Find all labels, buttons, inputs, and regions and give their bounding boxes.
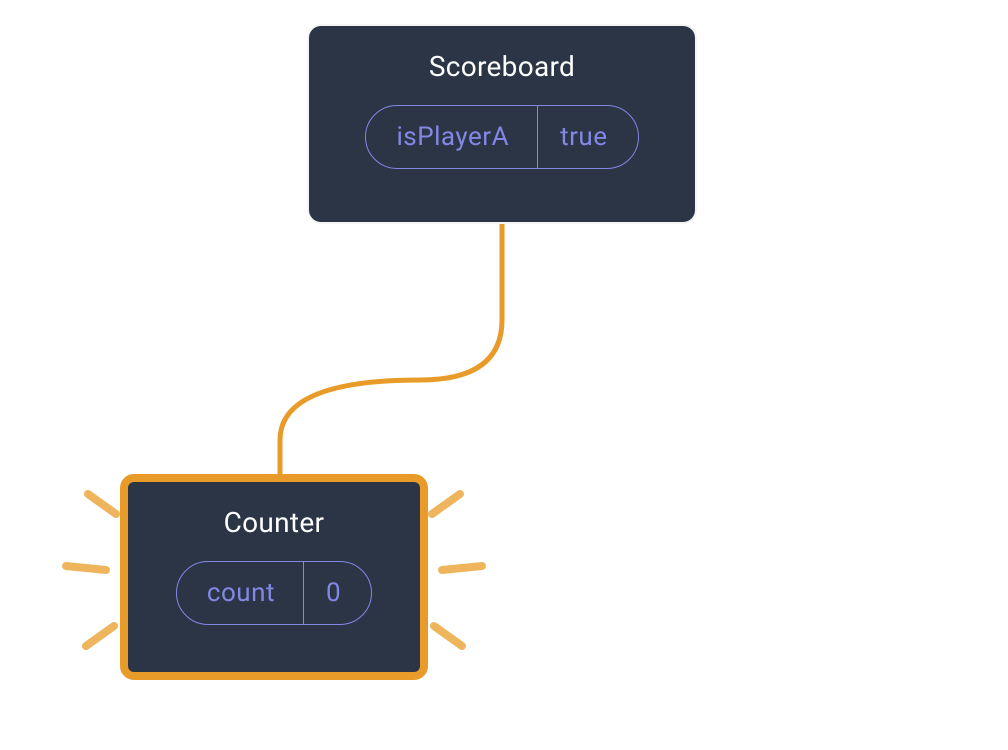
diagram-canvas: Scoreboard isPlayerA true Counter count …: [0, 0, 1008, 750]
counter-state-pill: count 0: [176, 561, 372, 625]
counter-title: Counter: [224, 506, 325, 539]
counter-node: Counter count 0: [120, 474, 428, 680]
counter-state-key: count: [177, 562, 304, 624]
scoreboard-state-pill: isPlayerA true: [365, 105, 638, 169]
scoreboard-title: Scoreboard: [429, 50, 575, 83]
counter-state-value: 0: [304, 562, 371, 624]
scoreboard-state-key: isPlayerA: [366, 106, 538, 168]
spark-right-icon: [420, 482, 490, 662]
spark-left-icon: [58, 482, 128, 662]
scoreboard-node: Scoreboard isPlayerA true: [307, 24, 697, 224]
scoreboard-state-value: true: [538, 106, 637, 168]
